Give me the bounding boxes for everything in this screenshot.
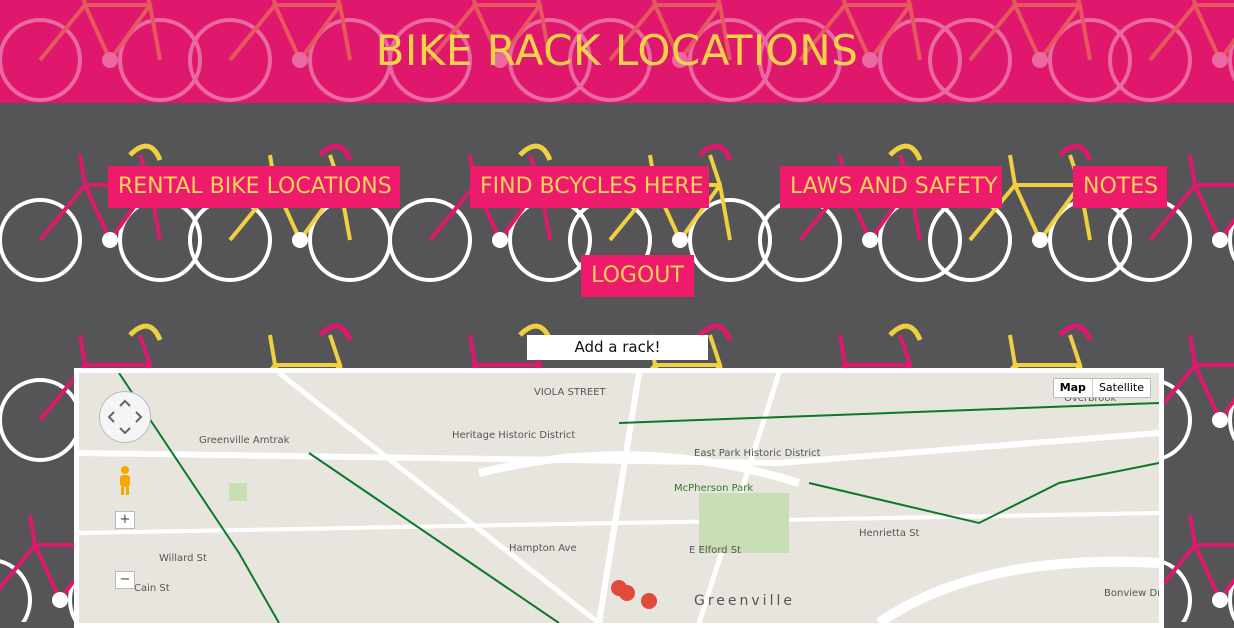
map-type-control: Map Satellite	[1052, 378, 1151, 398]
page-title: BIKE RACK LOCATIONS	[375, 26, 859, 75]
pan-arrows-icon	[107, 399, 143, 435]
nav-rental-bike-locations[interactable]: RENTAL BIKE LOCATIONS	[108, 166, 400, 208]
logout-button[interactable]: LOGOUT	[581, 255, 694, 297]
add-rack-button[interactable]: Add a rack!	[527, 335, 708, 360]
nav-laws-and-safety[interactable]: LAWS AND SAFETY	[780, 166, 1002, 208]
map-frame: VIOLA STREET Heritage Historic District …	[74, 368, 1164, 628]
nav-notes[interactable]: NOTES	[1073, 166, 1167, 208]
pan-control[interactable]	[99, 391, 151, 443]
pegman-icon[interactable]	[117, 465, 133, 495]
nav-find-bcycles[interactable]: FIND BCYCLES HERE	[470, 166, 709, 208]
zoom-in-button[interactable]: +	[115, 511, 135, 529]
map-roads	[79, 373, 1159, 623]
map-type-satellite-button[interactable]: Satellite	[1093, 379, 1150, 397]
header-banner: BIKE RACK LOCATIONS	[0, 0, 1234, 103]
zoom-out-button[interactable]: −	[115, 571, 135, 589]
google-map[interactable]: VIOLA STREET Heritage Historic District …	[79, 373, 1159, 623]
map-type-map-button[interactable]: Map	[1054, 379, 1093, 397]
